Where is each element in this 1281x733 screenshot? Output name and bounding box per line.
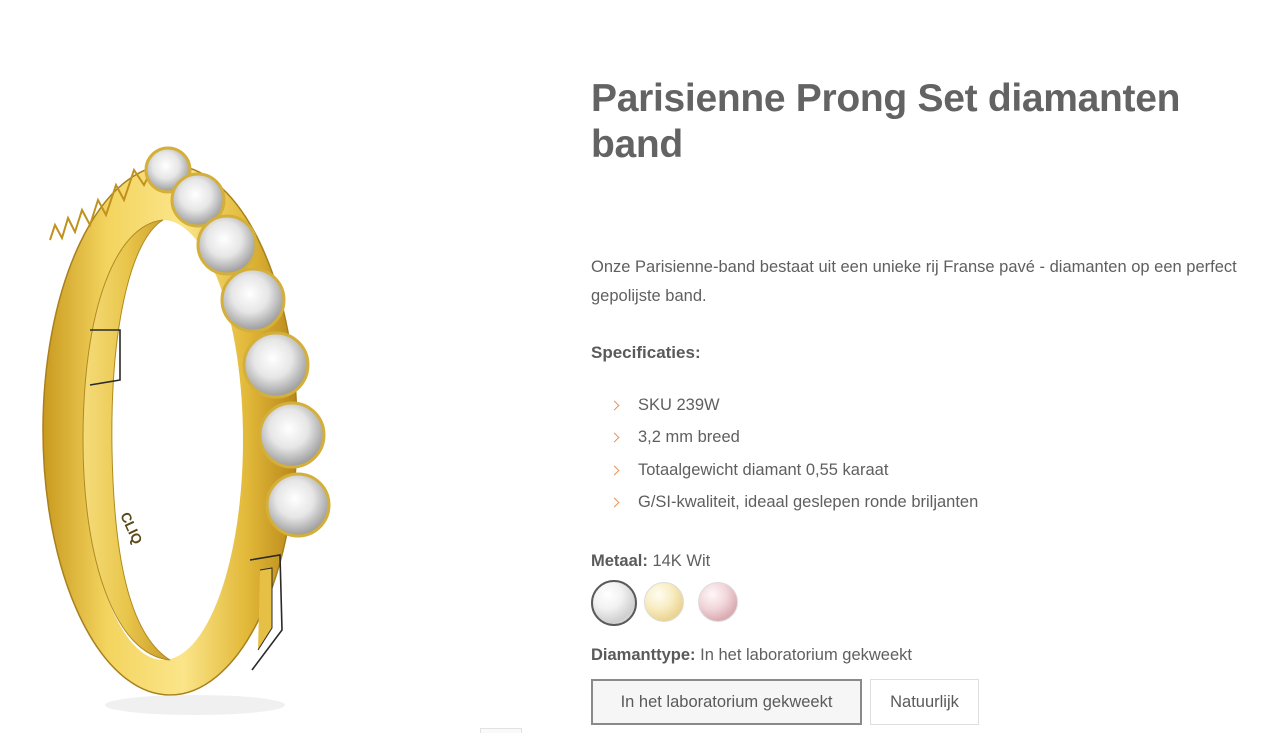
diamond-type-label: Diamanttype: (591, 646, 696, 664)
metal-selected-value: 14K Wit (652, 552, 711, 570)
chevron-right-icon (609, 400, 620, 411)
diamond-type-selected-value: In het laboratorium gekweekt (700, 646, 912, 664)
product-description: Onze Parisienne-band bestaat uit een uni… (591, 258, 1237, 305)
chevron-right-icon (609, 465, 620, 476)
metal-swatch-rose-gold[interactable] (698, 582, 738, 622)
diamond-type-natural-button[interactable]: Natuurlijk (870, 679, 979, 725)
diamond-type-lab-grown-button[interactable]: In het laboratorium gekweekt (591, 679, 862, 725)
spec-item-text: G/SI-kwaliteit, ideaal geslepen ronde br… (638, 492, 979, 511)
product-page: CLIQ Parisienne Prong Set diamanten band… (0, 0, 1281, 733)
ring-product-image[interactable]: CLIQ (20, 130, 350, 730)
metal-swatch-yellow-gold[interactable] (644, 582, 684, 622)
spec-item-text: Totaalgewicht diamant 0,55 karaat (638, 460, 889, 479)
product-title: Parisienne Prong Set diamanten band (591, 77, 1181, 166)
metal-label: Metaal: (591, 552, 648, 570)
spec-item-text: SKU 239W (638, 396, 720, 414)
diamond-type-label-row: Diamanttype: In het laboratorium gekweek… (591, 643, 912, 667)
product-gallery: CLIQ (0, 0, 560, 733)
spec-item-weight: Totaalgewicht diamant 0,55 karaat (609, 456, 978, 488)
spec-item-quality: G/SI-kwaliteit, ideaal geslepen ronde br… (609, 488, 979, 520)
specs-heading: Specificaties: (591, 343, 701, 362)
gallery-thumbnail[interactable] (480, 728, 522, 733)
spec-item-text: 3,2 mm breed (638, 428, 740, 447)
specs-list: SKU 239W 3,2 mm breed Totaalgewicht diam… (609, 391, 979, 520)
spec-item-sku: SKU 239W (609, 391, 978, 423)
chevron-right-icon (609, 497, 620, 508)
chevron-right-icon (609, 432, 620, 443)
metal-label-row: Metaal: 14K Wit (591, 549, 710, 573)
metal-swatch-white-gold[interactable] (591, 580, 637, 626)
spec-item-width: 3,2 mm breed (609, 423, 978, 455)
